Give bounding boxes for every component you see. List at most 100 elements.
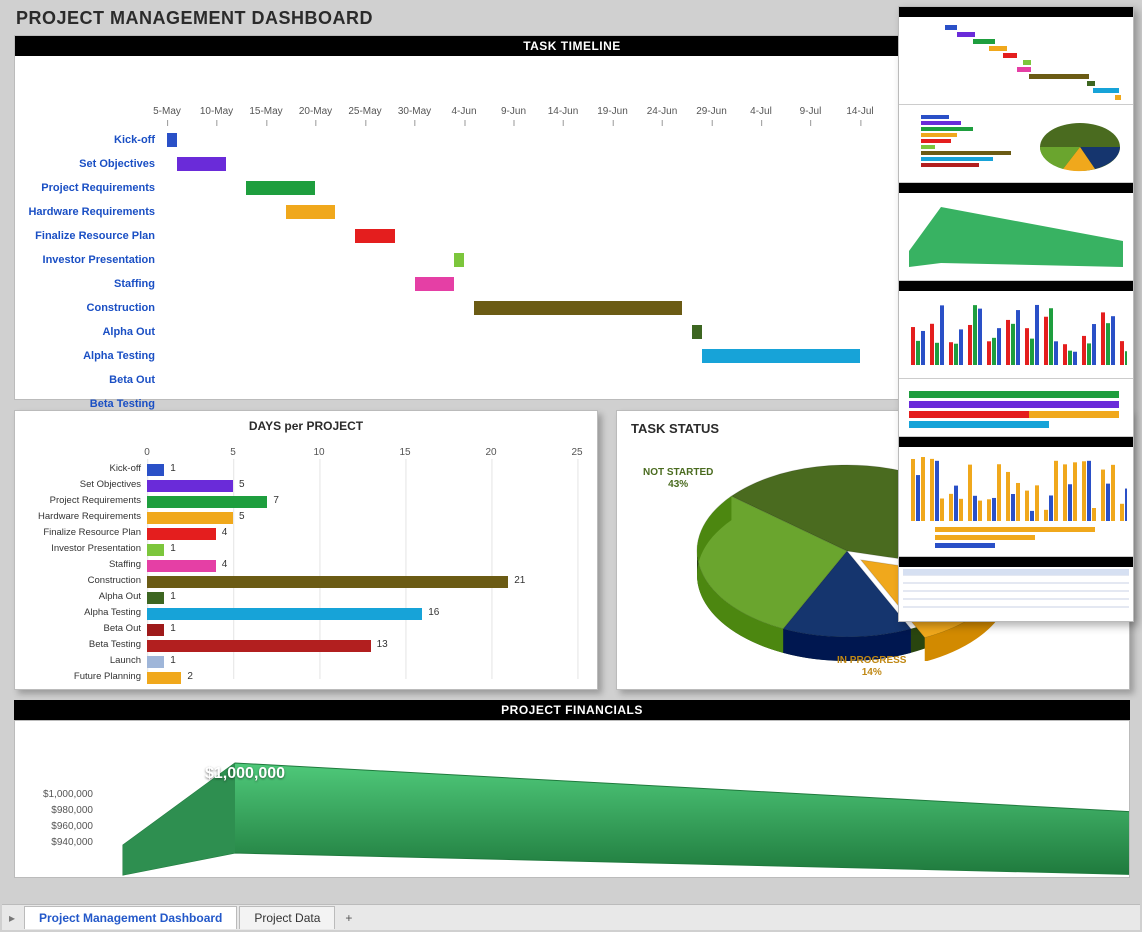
thumb-columns[interactable] (899, 281, 1133, 379)
dpp-bar (147, 672, 181, 684)
gantt-bar (167, 133, 177, 147)
dpp-label: Beta Out (15, 623, 141, 634)
gantt-date-tick: 29-Jun (696, 106, 727, 117)
dpp-value: 1 (170, 463, 176, 474)
thumb-table[interactable] (899, 557, 1133, 621)
gantt-date-tick: 19-Jun (597, 106, 628, 117)
dpp-tick: 15 (399, 447, 410, 458)
dpp-bar (147, 560, 216, 572)
fin-y-tick: $940,000 (29, 837, 93, 853)
gantt-task-label: Set Objectives (15, 158, 155, 170)
gantt-bar (286, 205, 336, 219)
dpp-tick: 0 (144, 447, 150, 458)
dpp-label: Kick-off (15, 463, 141, 474)
gantt-task-label: Investor Presentation (15, 254, 155, 266)
gantt-date-tick: 5-May (153, 106, 181, 117)
dpp-bar (147, 480, 233, 492)
pie-slice-label: IN PROGRESS14% (837, 655, 906, 679)
financials-peak-label: $1,000,000 (205, 765, 285, 783)
gantt-bar (177, 157, 227, 171)
section-bar-financials: PROJECT FINANCIALS (14, 700, 1130, 720)
dpp-value: 4 (222, 527, 228, 538)
gantt-date-tick: 9-Jun (501, 106, 526, 117)
financials-y-axis: $1,000,000$980,000$960,000$940,000 (29, 789, 93, 853)
dpp-bar (147, 576, 508, 588)
dpp-label: Future Planning (15, 671, 141, 682)
gantt-date-tick: 30-May (398, 106, 431, 117)
gantt-bar (474, 301, 682, 315)
dpp-label: Investor Presentation (15, 543, 141, 554)
tab-project-data[interactable]: Project Data (239, 906, 335, 929)
gantt-task-label: Alpha Testing (15, 350, 155, 362)
gantt-task-label: Beta Testing (15, 398, 155, 410)
pie-slice-label: NOT STARTED43% (643, 467, 713, 491)
dpp-value: 5 (239, 511, 245, 522)
dpp-tick: 5 (230, 447, 236, 458)
dpp-bar (147, 496, 267, 508)
gantt-task-label: Finalize Resource Plan (15, 230, 155, 242)
days-per-project-panel: DAYS per PROJECT 0510152025 Kick-off1Set… (14, 410, 598, 690)
tab-project-management-dashboard[interactable]: Project Management Dashboard (24, 906, 237, 929)
dpp-bar (147, 544, 164, 556)
dpp-label: Set Objectives (15, 479, 141, 490)
dpp-value: 13 (377, 639, 388, 650)
dpp-label: Alpha Testing (15, 607, 141, 618)
gantt-bar (454, 253, 464, 267)
gantt-bar (355, 229, 395, 243)
dpp-bar (147, 640, 371, 652)
gantt-bar (692, 325, 702, 339)
thumb-bar-pie[interactable] (899, 105, 1133, 183)
fin-y-tick: $960,000 (29, 821, 93, 837)
gantt-date-tick: 14-Jul (846, 106, 873, 117)
dpp-value: 2 (187, 671, 193, 682)
gantt-task-label: Staffing (15, 278, 155, 290)
dpp-bar (147, 656, 164, 668)
fin-y-tick: $980,000 (29, 805, 93, 821)
dpp-bar (147, 528, 216, 540)
dpp-value: 16 (428, 607, 439, 618)
gantt-bar (415, 277, 455, 291)
project-financials-panel: $1,000,000$980,000$960,000$940,000 $1,00… (14, 720, 1130, 878)
dpp-value: 7 (273, 495, 279, 506)
dpp-value: 1 (170, 591, 176, 602)
dpp-value: 1 (170, 623, 176, 634)
thumb-timeline[interactable] (899, 7, 1133, 105)
tab-nav-prev-icon[interactable]: ▸ (2, 911, 22, 925)
dpp-label: Launch (15, 655, 141, 666)
gantt-task-label: Kick-off (15, 134, 155, 146)
tab-add-button[interactable]: + (335, 907, 362, 929)
thumb-columns2[interactable] (899, 437, 1133, 557)
dpp-label: Construction (15, 575, 141, 586)
dpp-tick: 20 (485, 447, 496, 458)
dpp-value: 4 (222, 559, 228, 570)
dpp-value: 1 (170, 655, 176, 666)
fin-y-tick: $1,000,000 (29, 789, 93, 805)
dpp-tick: 10 (313, 447, 324, 458)
dpp-label: Staffing (15, 559, 141, 570)
sheet-tab-bar: ▸ Project Management Dashboard Project D… (2, 904, 1140, 930)
gantt-date-tick: 4-Jul (750, 106, 772, 117)
gantt-date-tick: 24-Jun (647, 106, 678, 117)
gantt-task-label: Construction (15, 302, 155, 314)
gantt-task-label: Project Requirements (15, 182, 155, 194)
dpp-label: Beta Testing (15, 639, 141, 650)
gantt-date-tick: 15-May (249, 106, 282, 117)
gantt-task-label: Alpha Out (15, 326, 155, 338)
gantt-date-tick: 9-Jul (800, 106, 822, 117)
gantt-date-tick: 4-Jun (451, 106, 476, 117)
dpp-bar (147, 608, 422, 620)
days-per-project-title: DAYS per PROJECT (15, 411, 597, 435)
dpp-bar (147, 592, 164, 604)
dpp-tick: 25 (571, 447, 582, 458)
thumb-stacked[interactable] (899, 379, 1133, 437)
dpp-value: 21 (514, 575, 525, 586)
dpp-label: Alpha Out (15, 591, 141, 602)
thumbnail-navigator[interactable] (898, 6, 1134, 622)
dpp-label: Finalize Resource Plan (15, 527, 141, 538)
dpp-x-axis: 0510152025 (147, 447, 577, 461)
thumb-area[interactable] (899, 183, 1133, 281)
gantt-task-label: Hardware Requirements (15, 206, 155, 218)
gantt-date-tick: 20-May (299, 106, 332, 117)
gantt-date-tick: 14-Jun (548, 106, 579, 117)
dpp-bar (147, 464, 164, 476)
